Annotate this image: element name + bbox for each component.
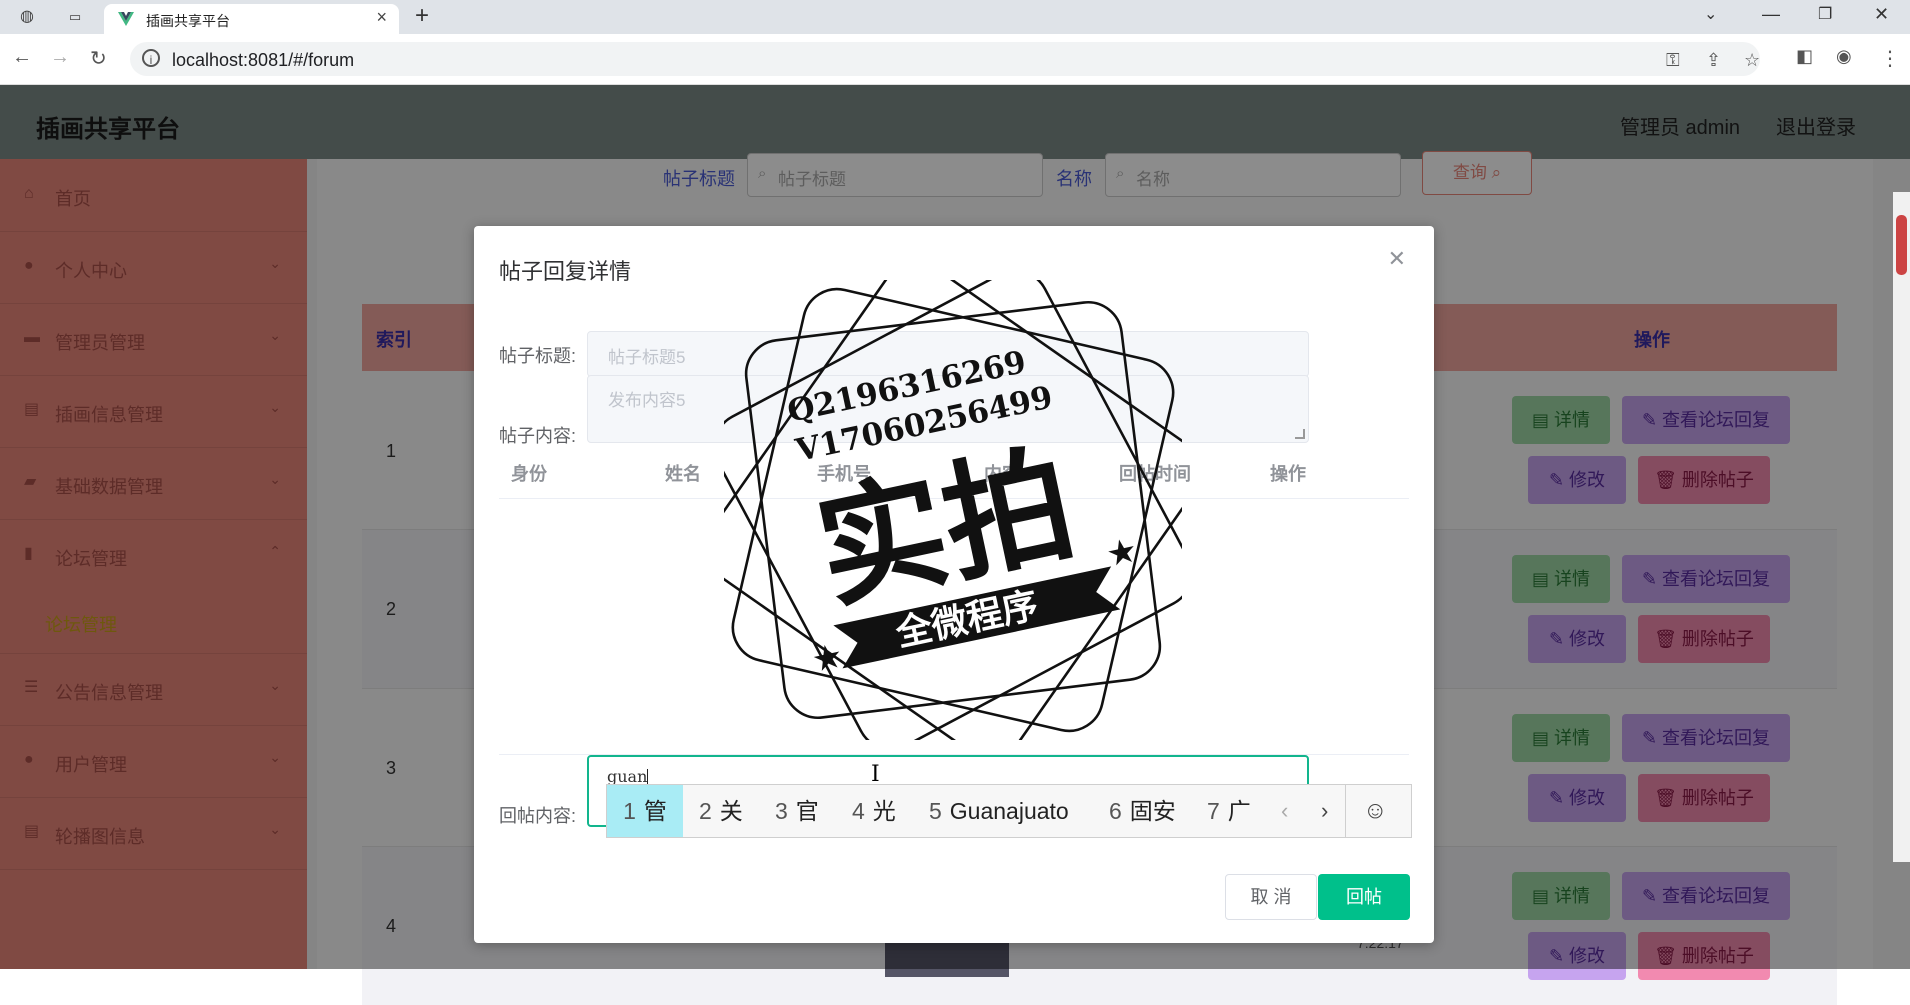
ime-candidate-number: 1 <box>623 798 636 824</box>
tab-group-icon[interactable]: ▭ <box>66 8 84 26</box>
minimize-icon[interactable]: — <box>1762 4 1780 25</box>
profile-icon[interactable]: ◉ <box>1836 46 1852 67</box>
vue-logo-icon <box>118 12 134 26</box>
reply-col-identity: 身份 <box>511 464 547 484</box>
ime-candidate-text: 管 <box>643 798 667 824</box>
ime-next-page-icon[interactable]: › <box>1321 785 1328 837</box>
ime-candidate-number: 3 <box>775 798 788 824</box>
reload-icon[interactable]: ↻ <box>90 46 107 71</box>
post-content-label: 帖子内容: <box>499 426 577 446</box>
url-text[interactable]: localhost:8081/#/forum <box>172 50 354 71</box>
back-icon[interactable]: ← <box>12 46 32 69</box>
ime-candidate[interactable]: 2关 <box>699 785 743 837</box>
watermark-stamp: Q2196316269 V17060256499 实拍 全微程序 ★ ★ <box>724 280 1182 740</box>
bookmark-star-icon[interactable]: ☆ <box>1744 50 1760 71</box>
scrollbar-track[interactable] <box>1893 192 1910 862</box>
browser-tab-bar: ◍ ▭ 插画共享平台 × + ⌄ — ❐ ✕ <box>0 0 1910 34</box>
ime-candidate[interactable]: 7广 <box>1207 785 1251 837</box>
ime-candidate-text: 广 <box>1227 798 1251 824</box>
ime-candidate-text: 固安 <box>1129 798 1176 824</box>
url-field[interactable]: i localhost:8081/#/forum ⚿ ⇪ ☆ <box>130 42 1760 76</box>
post-title-label: 帖子标题: <box>499 346 577 366</box>
ime-candidate-bar: 1管 2关 3官 4光 5 Guanajuato 6 固安 7广 ‹ › ☺ <box>606 784 1412 838</box>
emoji-icon[interactable]: ☺ <box>1363 785 1388 837</box>
key-icon[interactable]: ⚿ <box>1666 50 1680 71</box>
share-icon[interactable]: ⇪ <box>1706 50 1721 71</box>
ime-candidate-number: 5 <box>929 798 942 824</box>
tab-search-icon[interactable]: ⌄ <box>1704 4 1717 24</box>
ime-candidate[interactable]: 1管 <box>607 785 683 837</box>
mouse-ibeam-cursor-icon: Ι <box>871 762 880 787</box>
ime-candidate-text: 官 <box>795 798 819 824</box>
ime-candidate[interactable]: 3官 <box>775 785 819 837</box>
dialog-title: 帖子回复详情 <box>499 259 632 284</box>
ime-candidate[interactable]: 5 Guanajuato <box>929 785 1069 837</box>
ime-candidate-text: Guanajuato <box>949 798 1069 824</box>
ime-candidate-text: 光 <box>872 798 896 824</box>
restore-icon[interactable]: ❐ <box>1818 4 1832 24</box>
ime-prev-page-icon[interactable]: ‹ <box>1281 785 1288 837</box>
ime-candidate-text: 关 <box>719 798 743 824</box>
address-bar: ← → ↻ i localhost:8081/#/forum ⚿ ⇪ ☆ ◧ ◉… <box>0 34 1910 85</box>
ime-candidate-number: 6 <box>1109 798 1122 824</box>
reply-col-name: 姓名 <box>665 464 701 484</box>
forward-icon[interactable]: → <box>50 46 70 69</box>
ime-candidate[interactable]: 4光 <box>852 785 896 837</box>
tab-title: 插画共享平台 <box>146 13 230 29</box>
ime-divider <box>1345 785 1346 837</box>
globe-icon[interactable]: ◍ <box>18 8 36 26</box>
reply-col-ops: 操作 <box>1270 464 1306 484</box>
ime-candidate-number: 2 <box>699 798 712 824</box>
resize-handle-icon[interactable] <box>1295 429 1305 439</box>
new-tab-icon[interactable]: + <box>415 2 429 30</box>
submit-reply-button[interactable]: 回帖 <box>1318 874 1410 920</box>
post-title-value: 帖子标题5 <box>608 348 686 367</box>
menu-icon[interactable]: ⋮ <box>1880 46 1900 71</box>
cancel-button[interactable]: 取 消 <box>1225 874 1317 920</box>
scrollbar-thumb[interactable] <box>1896 215 1907 275</box>
tab-close-icon[interactable]: × <box>376 7 387 28</box>
ime-candidate-number: 7 <box>1207 798 1220 824</box>
ime-candidate[interactable]: 6 固安 <box>1109 785 1176 837</box>
post-content-value: 发布内容5 <box>608 391 686 410</box>
star-icon: ★ <box>1103 531 1141 575</box>
reply-content-label: 回帖内容: <box>499 806 577 826</box>
side-panel-icon[interactable]: ◧ <box>1796 46 1813 67</box>
site-info-icon[interactable]: i <box>142 49 160 67</box>
close-icon[interactable]: ✕ <box>1388 246 1406 272</box>
browser-tab[interactable]: 插画共享平台 × <box>104 4 399 34</box>
ime-candidate-number: 4 <box>852 798 865 824</box>
star-icon: ★ <box>808 637 846 681</box>
window-close-icon[interactable]: ✕ <box>1874 4 1889 25</box>
